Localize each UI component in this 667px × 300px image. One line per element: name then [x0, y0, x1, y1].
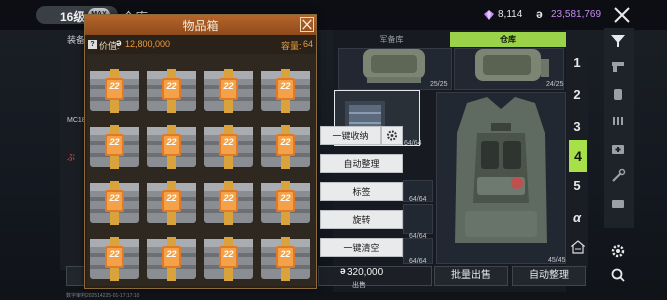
filter-icon[interactable]: [610, 33, 626, 49]
coin-icon: ə: [536, 7, 543, 21]
rotate-button[interactable]: 旋转: [320, 210, 403, 229]
crate-badge: 22: [223, 249, 234, 259]
slot-count: 64/64: [404, 140, 422, 147]
item-crate[interactable]: 22: [202, 177, 255, 228]
crate-badge: 22: [166, 137, 177, 147]
gem-icon: [484, 10, 494, 20]
collect-all-button[interactable]: 一键收纳: [320, 126, 381, 145]
crate-badge: 22: [109, 81, 120, 91]
capacity-label: 容量:: [281, 41, 302, 51]
crate-badge: 22: [280, 81, 291, 91]
item-crate[interactable]: 22: [88, 65, 141, 116]
crate-badge: 22: [280, 249, 291, 259]
tab-armory[interactable]: 军备库: [333, 32, 450, 47]
sell-price: 320,000: [347, 267, 384, 278]
crate-badge: 22: [223, 137, 234, 147]
slot-count: 25/25: [430, 81, 448, 88]
sell-label: 出售: [352, 282, 366, 289]
sell-coin-icon: ə: [340, 266, 346, 277]
crate-badge: 22: [166, 249, 177, 259]
slot-count: 64/64: [409, 196, 427, 203]
item-crate[interactable]: 22: [145, 121, 198, 172]
crate-badge: 22: [280, 137, 291, 147]
ammo-icon[interactable]: [610, 112, 626, 128]
left-bottom-button[interactable]: [66, 266, 86, 286]
crate-badge: 22: [166, 193, 177, 203]
dialog-close-icon[interactable]: [300, 17, 314, 32]
page-number-2[interactable]: 2: [566, 87, 588, 102]
item-crate[interactable]: 22: [145, 65, 198, 116]
crate-badge: 22: [223, 81, 234, 91]
item-crate[interactable]: 22: [88, 233, 141, 284]
gem-count: 8,114: [498, 9, 523, 20]
storage-slot[interactable]: [403, 204, 433, 234]
page-number-3[interactable]: 3: [566, 119, 588, 134]
value-amount: 12,800,000: [125, 39, 171, 49]
pistol-icon[interactable]: [610, 58, 626, 74]
crate-badge: 22: [223, 193, 234, 203]
card-icon[interactable]: [610, 196, 626, 212]
clear-all-button[interactable]: 一键清空: [320, 238, 403, 257]
slot-count: 64/64: [409, 258, 427, 265]
crate-badge: 22: [109, 249, 120, 259]
item-crate[interactable]: 22: [145, 233, 198, 284]
storage-slot-vest[interactable]: [436, 92, 566, 264]
auto-sort-button[interactable]: 自动整理: [320, 154, 403, 173]
item-crate[interactable]: 22: [259, 65, 312, 116]
capacity-value: 64: [303, 39, 314, 49]
help-icon[interactable]: ?: [88, 40, 97, 49]
item-crate[interactable]: 22: [145, 177, 198, 228]
medkit-icon[interactable]: [610, 141, 626, 157]
batch-sell-button[interactable]: 批量出售: [434, 266, 508, 286]
level-text: 16级: [60, 10, 86, 24]
close-icon[interactable]: [612, 5, 632, 25]
page-number-active[interactable]: 4: [569, 140, 587, 172]
tag-button[interactable]: 标签: [320, 182, 403, 201]
item-crate[interactable]: 22: [202, 65, 255, 116]
item-crate[interactable]: 22: [259, 121, 312, 172]
item-crate[interactable]: 22: [259, 177, 312, 228]
slot-count: 24/25: [546, 81, 564, 88]
footer-text: 数字审判202514225-01-17:17:10: [66, 293, 140, 299]
item-crate[interactable]: 22: [202, 121, 255, 172]
tab-warehouse[interactable]: 仓库: [450, 32, 566, 47]
wrench-icon[interactable]: [610, 168, 626, 184]
crate-badge: 22: [109, 193, 120, 203]
item-crate[interactable]: 22: [88, 121, 141, 172]
crate-badge: 22: [280, 193, 291, 203]
equipment-small-label: MC18: [67, 117, 86, 124]
gear-icon[interactable]: [610, 243, 626, 259]
equipment-label: 装备: [67, 35, 86, 45]
item-crate[interactable]: 22: [202, 233, 255, 284]
tactical-vest-icon: [455, 97, 547, 243]
value-coin-icon: ə: [116, 38, 122, 49]
slot-count: 45/45: [548, 257, 566, 264]
crate-badge: 22: [109, 137, 120, 147]
page-number-1[interactable]: 1: [566, 55, 588, 70]
backpack-category-icon[interactable]: [610, 86, 626, 102]
item-crate[interactable]: 22: [88, 177, 141, 228]
coin-count: 23,581,769: [551, 9, 602, 20]
menu-gear-icon[interactable]: [381, 126, 403, 145]
item-crate[interactable]: 22: [259, 233, 312, 284]
equipment-red-label: ぶ: [67, 153, 75, 162]
search-icon[interactable]: [610, 267, 626, 283]
dialog-title: 物品箱: [182, 19, 219, 33]
auto-sort-bottom-button[interactable]: 自动整理: [512, 266, 586, 286]
house-icon[interactable]: [571, 240, 585, 254]
page-number-alpha[interactable]: α: [566, 210, 588, 225]
page-number-5[interactable]: 5: [566, 178, 588, 193]
crate-badge: 22: [166, 81, 177, 91]
warehouse-screen: 16级 MAX 仓库 8,114 ə 23,581,769 装备 MC18 ぶ …: [0, 0, 667, 300]
equipment-strip: [60, 30, 86, 270]
